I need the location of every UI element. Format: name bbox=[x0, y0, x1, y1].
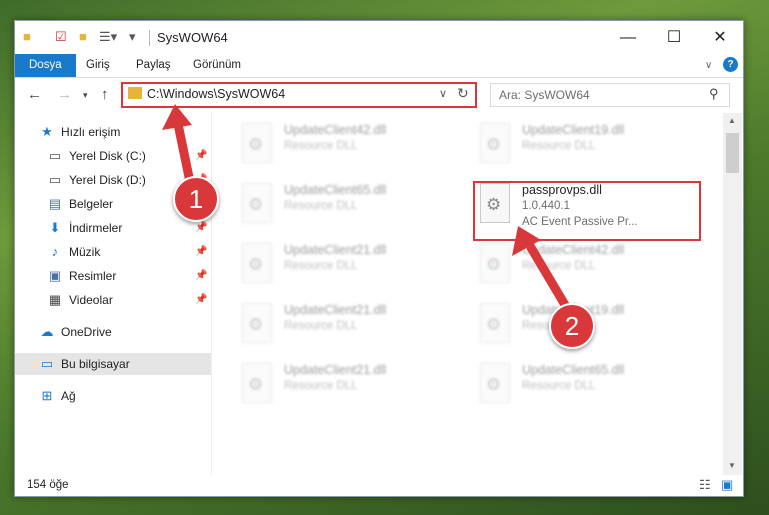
arrow-1-head bbox=[162, 104, 192, 130]
arrow-1-shaft bbox=[173, 123, 195, 183]
callout-2: 2 bbox=[549, 303, 595, 349]
callout-1: 1 bbox=[173, 176, 219, 222]
arrow-2-shaft bbox=[526, 243, 572, 313]
annotation-arrows bbox=[162, 104, 572, 313]
